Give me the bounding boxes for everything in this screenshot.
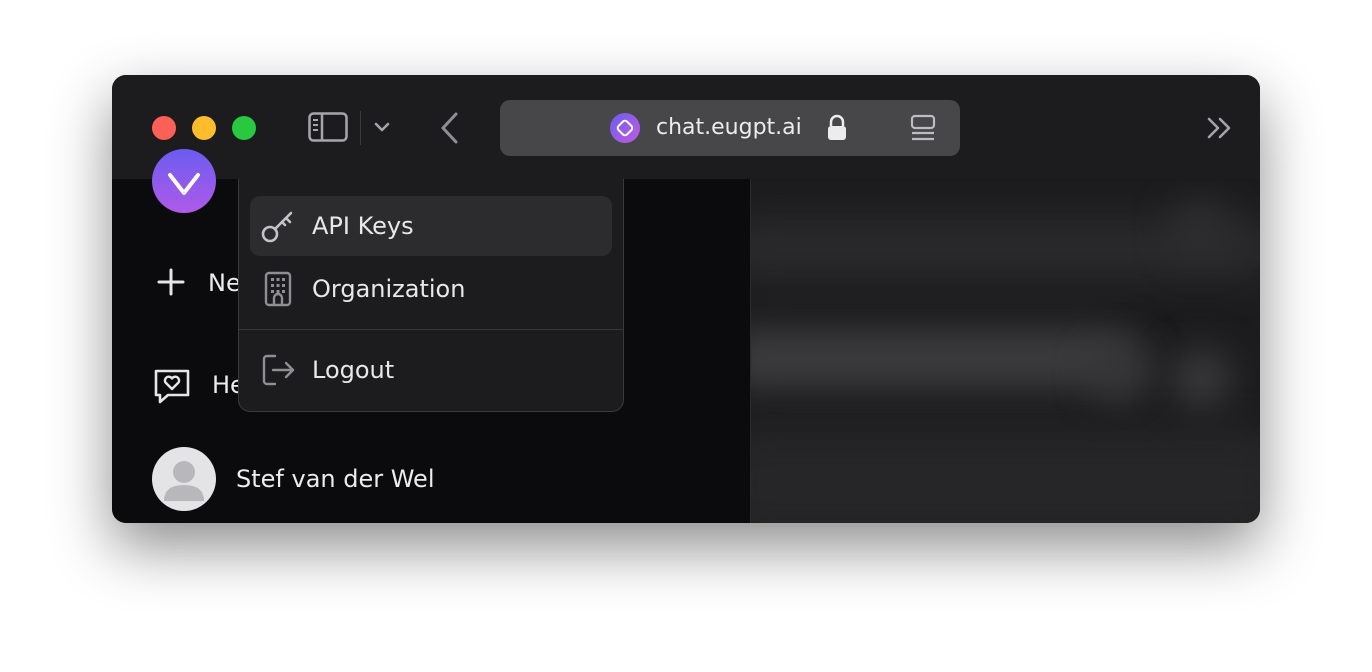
key-icon [260, 208, 296, 244]
menu-item-label: Organization [312, 275, 466, 303]
user-name: Stef van der Wel [236, 465, 435, 493]
chevron-down-icon[interactable] [372, 117, 392, 137]
lock-icon [826, 114, 848, 142]
logout-icon [260, 352, 296, 388]
site-favicon [610, 113, 640, 143]
menu-item-label: Logout [312, 356, 395, 384]
blurred-content [1091, 344, 1151, 404]
minimize-window-button[interactable] [192, 116, 216, 140]
blurred-content [751, 429, 1260, 523]
back-chevron-icon[interactable] [438, 111, 462, 145]
main-content [750, 179, 1260, 523]
toolbar-divider [360, 111, 361, 145]
menu-divider [239, 329, 623, 330]
blurred-content [1171, 199, 1231, 259]
reader-icon[interactable] [910, 114, 936, 142]
blurred-content [751, 329, 1141, 389]
user-menu: API Keys Organization Logout [238, 179, 624, 412]
menu-item-organization[interactable]: Organization [250, 259, 612, 319]
address-bar[interactable]: chat.eugpt.ai [500, 100, 960, 156]
close-window-button[interactable] [152, 116, 176, 140]
menu-item-label: API Keys [312, 212, 414, 240]
user-profile-button[interactable]: Stef van der Wel [152, 447, 552, 513]
brand-logo [152, 149, 216, 213]
building-icon [260, 271, 296, 307]
avatar [152, 447, 216, 511]
blurred-content [1171, 349, 1231, 409]
menu-item-api-keys[interactable]: API Keys [250, 196, 612, 256]
zoom-window-button[interactable] [232, 116, 256, 140]
sidebar-icon[interactable] [308, 112, 348, 142]
menu-item-logout[interactable]: Logout [250, 340, 612, 400]
url-text: chat.eugpt.ai [656, 115, 802, 140]
plus-icon [156, 267, 186, 297]
browser-toolbar: chat.eugpt.ai [112, 75, 1260, 179]
heart-message-icon [152, 367, 192, 405]
browser-window: chat.eugpt.ai Ne He Stef van der Wel API… [112, 75, 1260, 523]
new-chat-label: Ne [208, 269, 241, 297]
chevron-double-right-icon[interactable] [1206, 116, 1234, 140]
